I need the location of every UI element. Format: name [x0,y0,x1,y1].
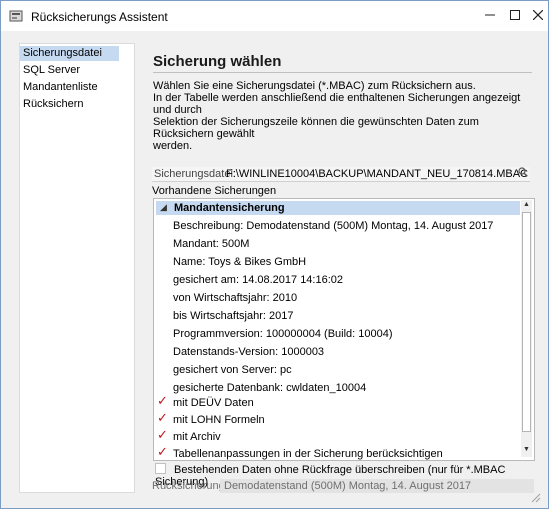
checkbox-unchecked-icon[interactable] [155,463,166,474]
title-divider [153,72,532,73]
restore-label: Rücksicherung: [152,480,228,492]
sidebar-item-sicherungsdatei[interactable]: Sicherungsdatei [20,46,119,61]
search-icon[interactable] [518,167,528,179]
option-lohn[interactable]: ✓ mit LOHN Formeln [157,411,265,427]
option-deuev[interactable]: ✓ mit DEÜV Daten [157,394,254,410]
detail-data-version: Datenstands-Version: 1000003 [173,346,325,358]
option-label: mit LOHN Formeln [173,414,265,426]
option-label: mit DEÜV Daten [173,397,254,409]
close-icon [532,9,544,21]
detail-description: Beschreibung: Demodatenstand (500M) Mont… [173,220,494,232]
option-table-adjust[interactable]: ✓ Tabellenanpassungen in der Sicherung be… [157,445,443,461]
restore-row: Rücksicherung: Demodatenstand (500M) Mon… [152,479,534,493]
page-title: Sicherung wählen [153,53,282,70]
scroll-thumb[interactable] [522,212,531,432]
checkbox-checked-icon[interactable]: ✓ [157,445,168,459]
detail-from-year: von Wirtschaftsjahr: 2010 [173,292,298,304]
vertical-scrollbar[interactable]: ▲ ▼ [521,200,532,457]
collapse-triangle-icon[interactable]: ◢ [160,202,167,213]
backups-caption: Vorhandene Sicherungen [152,185,277,197]
backup-tree[interactable]: ◢ Mandantensicherung Beschreibung: Demod… [153,198,535,461]
maximize-button[interactable] [506,7,524,25]
app-icon [9,10,23,22]
tree-group-row[interactable]: ◢ Mandantensicherung [156,201,520,215]
minimize-icon [485,14,495,16]
checkbox-checked-icon[interactable]: ✓ [157,428,168,442]
restore-value-field: Demodatenstand (500M) Montag, 14. August… [220,479,534,493]
scroll-up-icon[interactable]: ▲ [522,201,531,211]
description: Wählen Sie eine Sicherungsdatei (*.MBAC)… [153,80,538,152]
sidebar-item-mandantenliste[interactable]: Mandantenliste [20,80,119,95]
detail-to-year: bis Wirtschaftsjahr: 2017 [173,310,294,322]
option-label: mit Archiv [173,431,221,443]
backup-file-field[interactable]: Sicherungsdatei: F:\WINLINE10004\BACKUP\… [152,167,530,182]
assistant-window: Rücksicherungs Assistent Sicherungsdatei… [0,0,549,509]
step-sidebar: Sicherungsdatei SQL Server Mandantenlist… [19,43,135,493]
detail-server: gesichert von Server: pc [173,364,292,376]
description-line: Wählen Sie eine Sicherungsdatei (*.MBAC)… [153,80,476,92]
description-line: Selektion der Sicherungszeile können die… [153,116,479,140]
description-line: werden. [153,140,193,152]
detail-program-version: Programmversion: 100000004 (Build: 10004… [173,328,393,340]
scroll-down-icon[interactable]: ▼ [522,446,531,456]
window-title: Rücksicherungs Assistent [31,10,168,24]
resize-grip-icon[interactable] [529,491,541,503]
file-label: Sicherungsdatei: [154,168,236,180]
file-path-value[interactable]: F:\WINLINE10004\BACKUP\MANDANT_NEU_17081… [226,168,528,180]
detail-saved-at: gesichert am: 14.08.2017 14:16:02 [173,274,344,286]
sidebar-item-sql-server[interactable]: SQL Server [20,63,119,78]
checkbox-checked-icon[interactable]: ✓ [157,394,168,408]
maximize-icon [510,10,520,20]
close-button[interactable] [529,7,547,25]
minimize-button[interactable] [481,7,499,25]
detail-database: gesicherte Datenbank: cwldaten_10004 [173,382,367,394]
detail-mandant: Mandant: 500M [173,238,250,250]
sidebar-item-ruecksichern[interactable]: Rücksichern [20,97,119,112]
option-archiv[interactable]: ✓ mit Archiv [157,428,221,444]
detail-name: Name: Toys & Bikes GmbH [173,256,307,268]
option-label: Tabellenanpassungen in der Sicherung ber… [173,448,443,460]
checkbox-checked-icon[interactable]: ✓ [157,411,168,425]
description-line: In der Tabelle werden anschließend die e… [153,92,521,116]
title-bar: Rücksicherungs Assistent [1,1,548,31]
group-label: Mandantensicherung [174,202,285,214]
